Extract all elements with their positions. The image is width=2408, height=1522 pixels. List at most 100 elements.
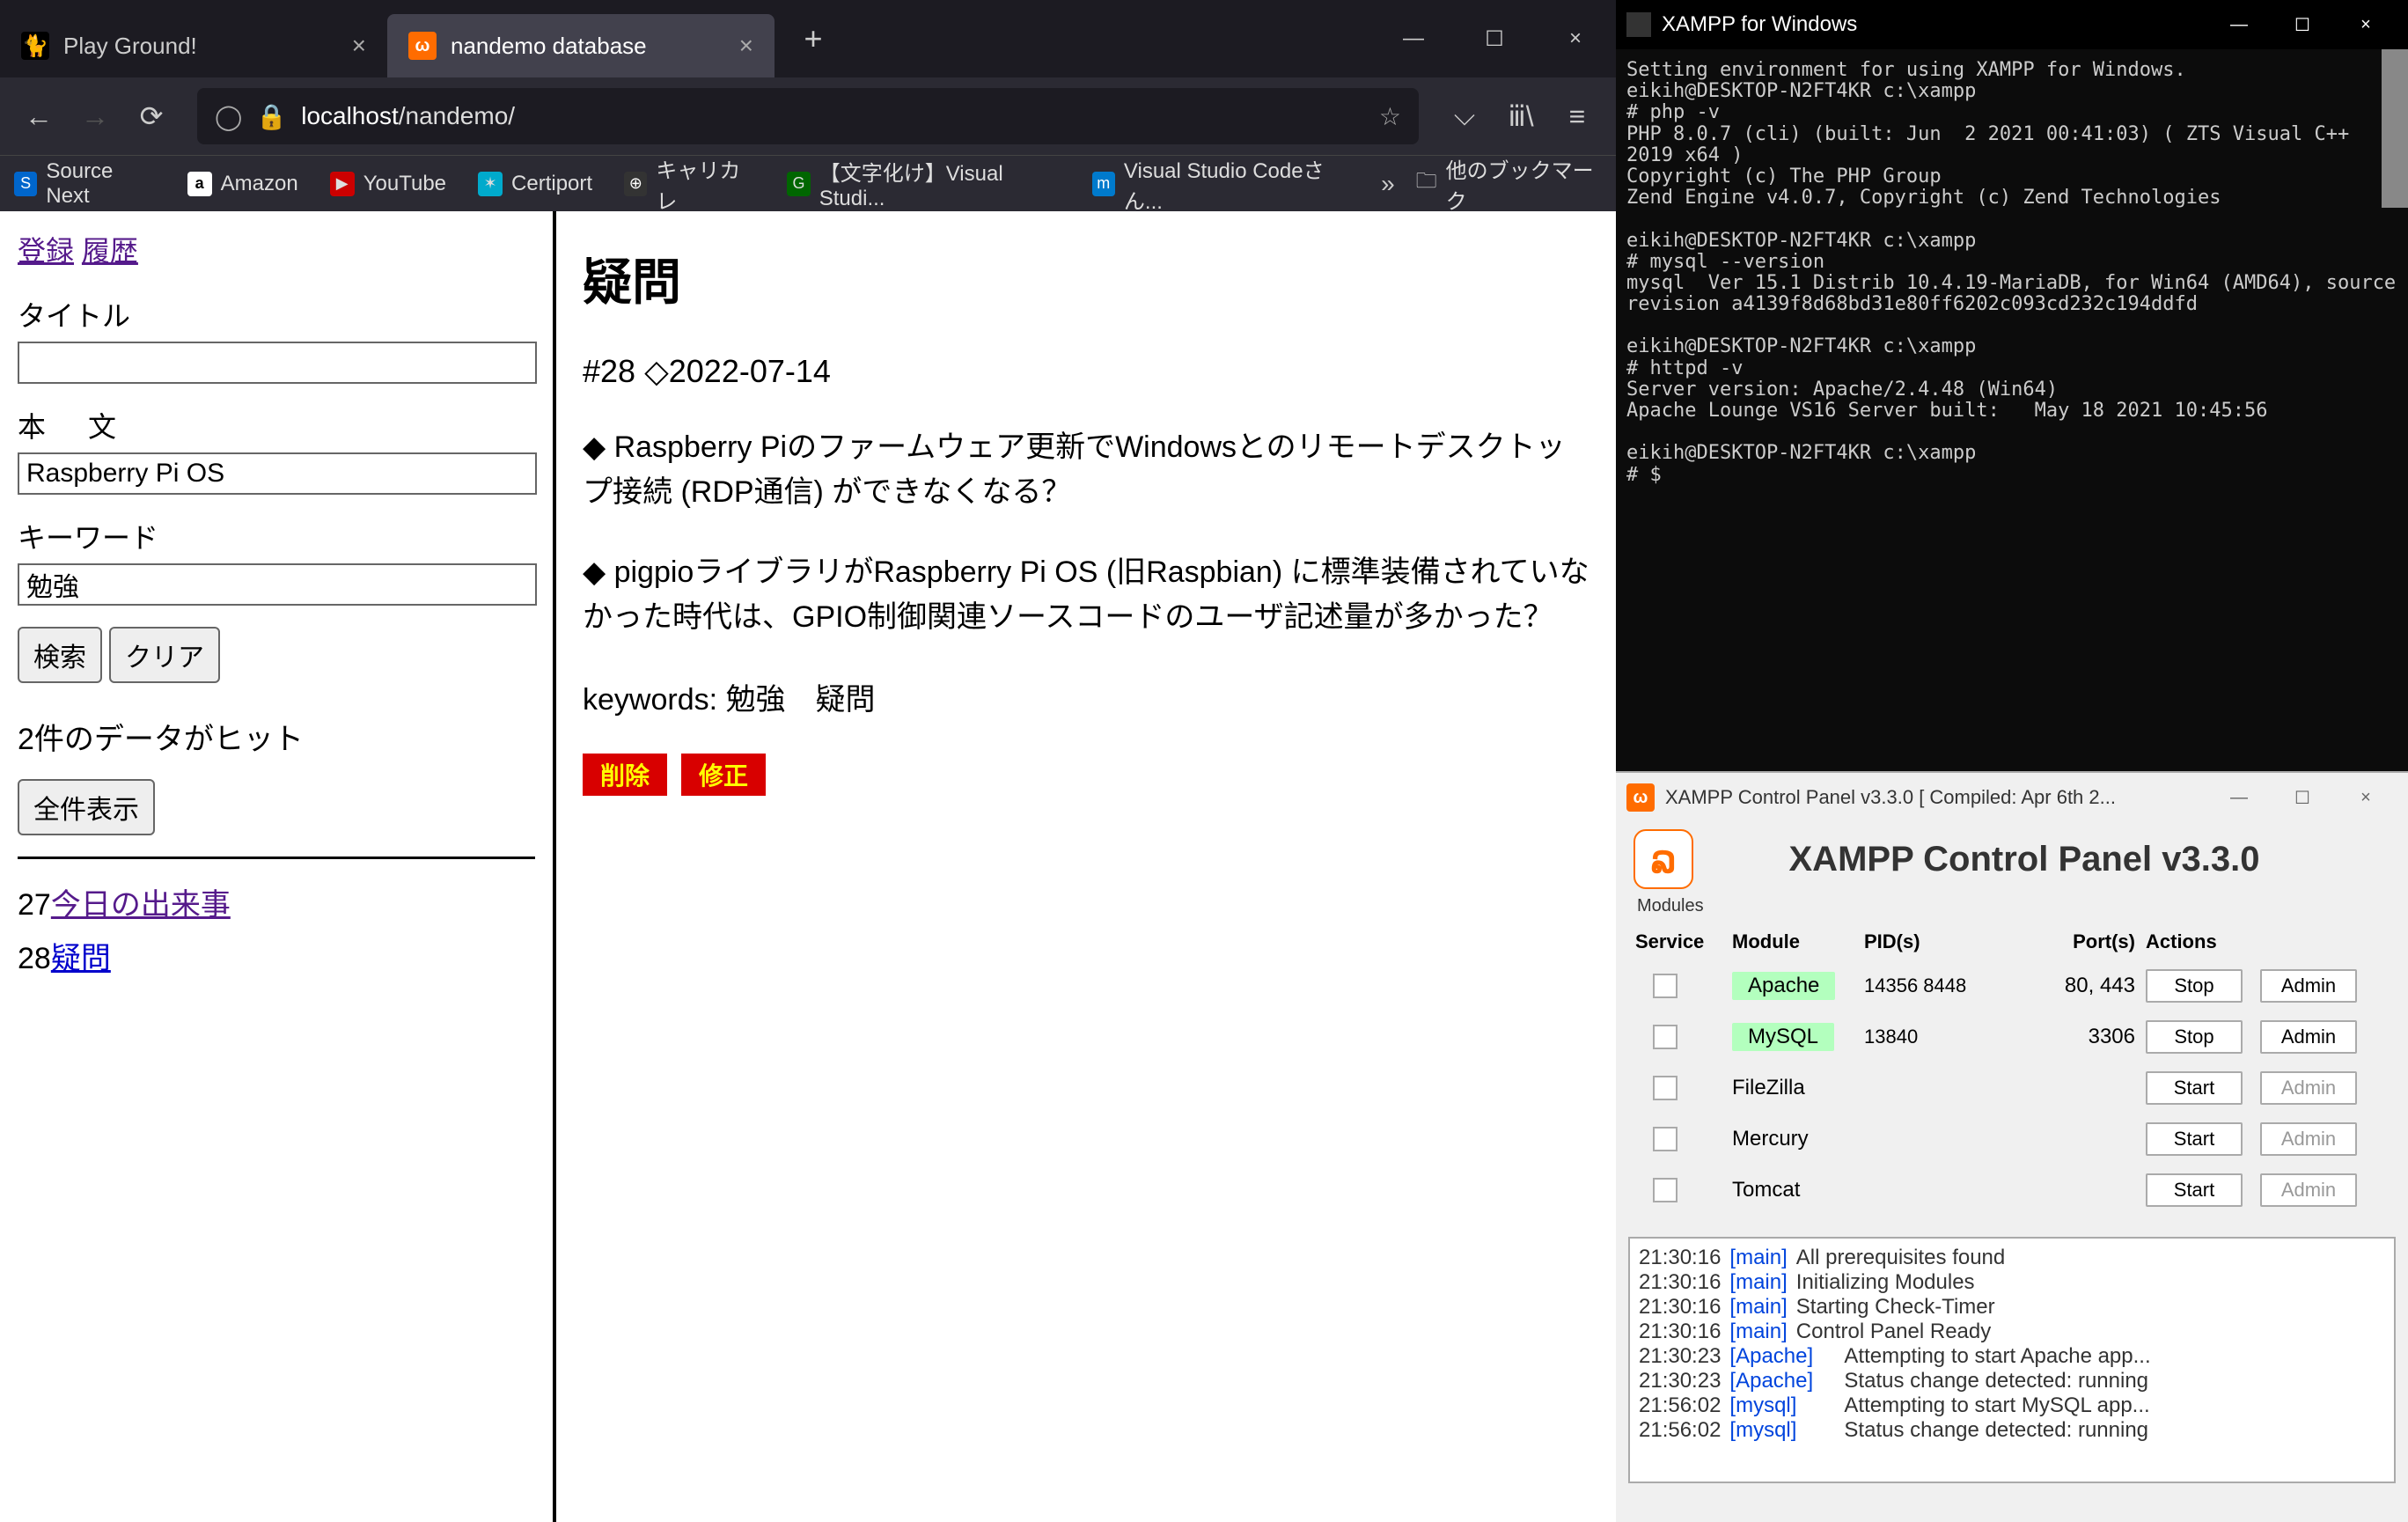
bookmarks-more: » 🗀他のブックマーク (1381, 153, 1602, 215)
detail-keywords: keywords: 勉強 疑問 (583, 675, 1589, 718)
label-title: タイトル (18, 294, 535, 335)
bookmark-icon: m (1092, 172, 1115, 196)
terminal-output[interactable]: Setting environment for using XAMPP for … (1616, 49, 2408, 771)
lock-icon: 🔒 (256, 102, 287, 131)
stop-button[interactable]: Stop (2146, 1020, 2243, 1054)
tab-nandemo[interactable]: ω nandemo database × (387, 14, 775, 77)
minimize-button[interactable]: — (2207, 0, 2271, 49)
bookmark-icon: G (787, 172, 810, 196)
close-icon[interactable]: × (352, 32, 366, 60)
start-button[interactable]: Start (2146, 1071, 2243, 1105)
label-keyword: キーワード (18, 516, 535, 556)
bookmark-sourcenext[interactable]: SSource Next (14, 159, 156, 209)
navbar: ← → ⟳ ◯ 🔒 localhost/nandemo/ ☆ ⌵ ⅲ\ ≡ (0, 77, 1616, 155)
pocket-icon[interactable]: ⌵ (1440, 92, 1489, 141)
service-checkbox[interactable] (1653, 1076, 1678, 1100)
terminal-titlebar: XAMPP for Windows — ☐ × (1616, 0, 2408, 49)
log-line: 21:30:16 [main] All prerequisites found (1639, 1246, 2385, 1270)
log-line: 21:56:02 [mysql] Attempting to start MyS… (1639, 1393, 2385, 1418)
admin-button: Admin (2260, 1173, 2357, 1207)
bookmark-vs[interactable]: G【文字化け】Visual Studi... (787, 156, 1060, 211)
close-button[interactable]: × (2334, 0, 2397, 49)
shield-icon: ◯ (215, 102, 242, 131)
bookmark-vscode[interactable]: mVisual Studio Codeさん... (1092, 153, 1350, 215)
bookmark-icon: a (187, 172, 212, 196)
label-body: 本文 (18, 405, 535, 445)
stop-button[interactable]: Stop (2146, 969, 2243, 1003)
bookmark-star-icon[interactable]: ☆ (1379, 102, 1401, 131)
maximize-button[interactable]: ☐ (2271, 0, 2334, 49)
new-tab-button[interactable]: + (789, 14, 838, 63)
minimize-button[interactable]: — (2207, 773, 2271, 822)
service-checkbox[interactable] (1653, 1178, 1678, 1202)
bookmark-icon: ✶ (478, 172, 503, 196)
close-button[interactable]: × (2334, 773, 2397, 822)
menu-icon[interactable]: ≡ (1553, 92, 1602, 141)
log-line: 21:30:16 [main] Control Panel Ready (1639, 1320, 2385, 1344)
terminal-window: XAMPP for Windows — ☐ × Setting environm… (1616, 0, 2408, 771)
maximize-button[interactable]: ☐ (1454, 0, 1535, 77)
admin-button: Admin (2260, 1071, 2357, 1105)
terminal-icon (1626, 12, 1651, 37)
detail-heading: 疑問 (583, 243, 1589, 314)
overflow-icon[interactable]: » (1381, 170, 1395, 198)
back-button[interactable]: ← (14, 92, 63, 141)
folder-icon: 🗀 (1416, 165, 1437, 202)
result-link[interactable]: 今日の出来事 (51, 888, 231, 922)
close-icon[interactable]: × (739, 32, 753, 60)
table-row: FileZilla Start Admin (1630, 1062, 2394, 1114)
service-checkbox[interactable] (1653, 1025, 1678, 1049)
show-all-button[interactable]: 全件表示 (18, 779, 155, 835)
window-controls: — ☐ × (1373, 0, 1616, 77)
result-link[interactable]: 疑問 (51, 942, 111, 975)
scrollbar[interactable] (2382, 49, 2408, 208)
delete-button[interactable]: 削除 (583, 754, 667, 796)
bookmark-certiport[interactable]: ✶Certiport (478, 172, 592, 196)
start-button[interactable]: Start (2146, 1173, 2243, 1207)
input-title[interactable] (18, 342, 537, 384)
xampp-title: XAMPP Control Panel v3.3.0 [ Compiled: A… (1665, 786, 2207, 809)
admin-button[interactable]: Admin (2260, 1020, 2357, 1054)
url-bar[interactable]: ◯ 🔒 localhost/nandemo/ ☆ (197, 88, 1419, 144)
tab-title: Play Ground! (63, 33, 352, 60)
input-keyword[interactable] (18, 563, 537, 606)
browser-window: 🐈 Play Ground! × ω nandemo database × + … (0, 0, 1616, 1522)
service-checkbox[interactable] (1653, 1127, 1678, 1151)
log-line: 21:30:16 [main] Initializing Modules (1639, 1270, 2385, 1295)
divider (18, 857, 535, 859)
table-header: Service Module PID(s) Port(s) Actions (1630, 923, 2394, 960)
edit-button[interactable]: 修正 (681, 754, 766, 796)
detail-paragraph: ◆ Raspberry Piのファームウェア更新でWindowsとのリモートデス… (583, 425, 1589, 515)
pid-cell: 13840 (1859, 1026, 1982, 1048)
bookmark-caricare[interactable]: ⊕キャリカレ (624, 153, 755, 215)
modules-label: Modules (1616, 896, 2408, 916)
xampp-icon: ω (408, 32, 437, 60)
forward-button[interactable]: → (70, 92, 120, 141)
link-register[interactable]: 登録 (18, 235, 74, 267)
result-item: 27今日の出来事 (18, 880, 535, 923)
tab-playground[interactable]: 🐈 Play Ground! × (0, 14, 387, 77)
search-button[interactable]: 検索 (18, 627, 102, 683)
xampp-header: ລ XAMPP Control Panel v3.3.0 (1616, 822, 2408, 896)
admin-button[interactable]: Admin (2260, 969, 2357, 1003)
minimize-button[interactable]: — (1373, 0, 1454, 77)
log-line: 21:30:16 [main] Starting Check-Timer (1639, 1295, 2385, 1320)
close-button[interactable]: × (1535, 0, 1616, 77)
bookmark-icon: ⊕ (624, 172, 647, 196)
maximize-button[interactable]: ☐ (2271, 773, 2334, 822)
bookmark-youtube[interactable]: ▶YouTube (330, 172, 446, 196)
log-line: 21:56:02 [mysql] Status change detected:… (1639, 1418, 2385, 1443)
library-icon[interactable]: ⅲ\ (1496, 92, 1545, 141)
url-text: localhost/nandemo/ (301, 102, 1379, 130)
service-checkbox[interactable] (1653, 974, 1678, 998)
reload-button[interactable]: ⟳ (127, 92, 176, 141)
start-button[interactable]: Start (2146, 1122, 2243, 1156)
xampp-log[interactable]: 21:30:16 [main] All prerequisites found2… (1628, 1237, 2396, 1483)
module-badge: MySQL (1732, 1023, 1834, 1051)
other-bookmarks[interactable]: 🗀他のブックマーク (1416, 153, 1602, 215)
clear-button[interactable]: クリア (109, 627, 220, 683)
hit-count: 2件のデータがヒット (18, 715, 535, 758)
input-body[interactable] (18, 452, 537, 495)
link-history[interactable]: 履歴 (82, 235, 138, 267)
bookmark-amazon[interactable]: aAmazon (187, 172, 298, 196)
